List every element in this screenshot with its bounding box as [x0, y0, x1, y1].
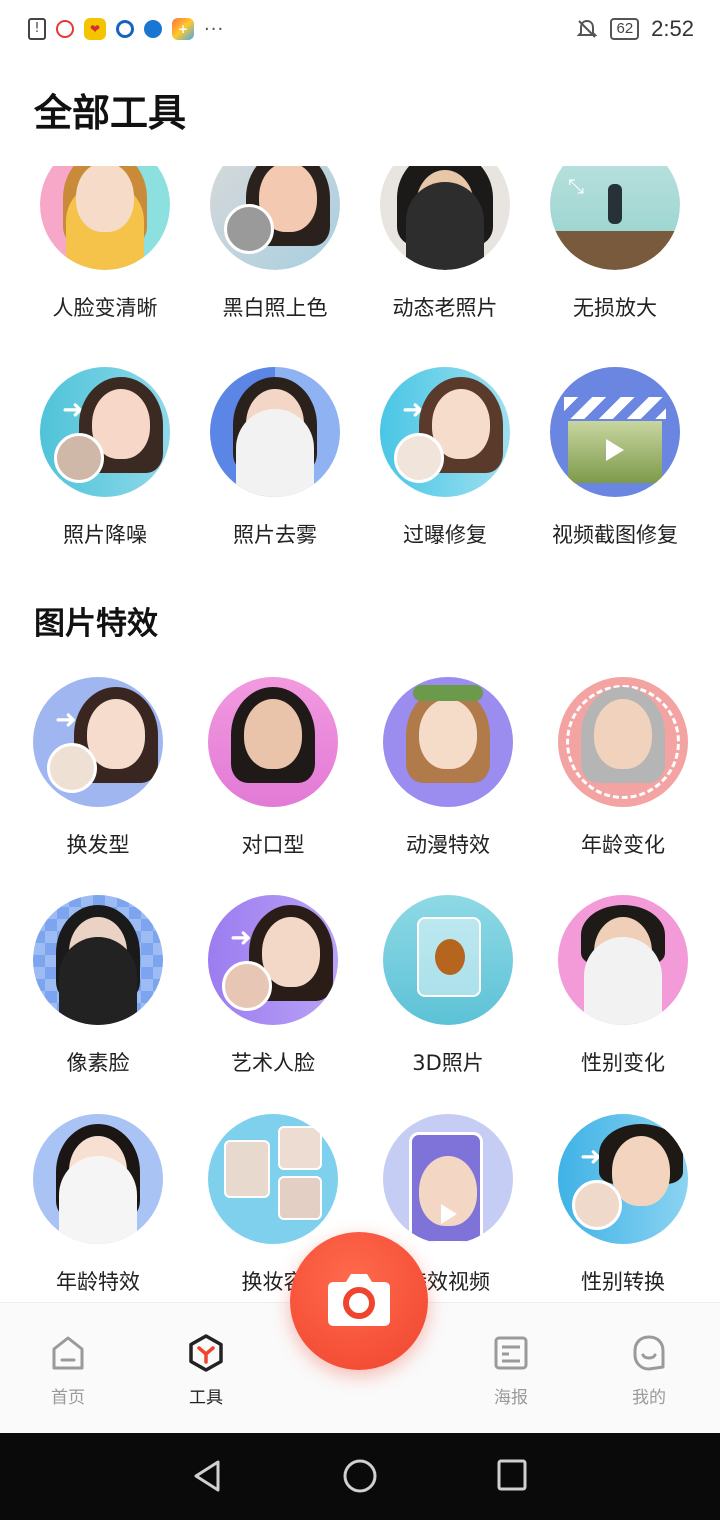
- tool-label: 无损放大: [573, 296, 657, 320]
- effect-label: 对口型: [241, 833, 305, 857]
- tool-colorize[interactable]: 黑白照上色: [185, 140, 365, 322]
- home-circle-icon[interactable]: [342, 1458, 378, 1494]
- nav-poster-label: 海报: [494, 1388, 528, 1408]
- effect-gender-swap[interactable]: ➜ 性别转换: [533, 1114, 713, 1296]
- face-enhance-thumbnail: [40, 166, 170, 270]
- dehaze-thumbnail: [210, 367, 340, 497]
- tool-dehaze[interactable]: 照片去雾: [185, 367, 365, 549]
- effect-pixel-face[interactable]: 像素脸: [8, 895, 188, 1077]
- flower-crown: [413, 685, 483, 701]
- effect-hairstyle[interactable]: ➜ 换发型: [8, 677, 188, 859]
- lip-sync-thumbnail: [208, 677, 338, 807]
- nav-home[interactable]: 首页: [28, 1333, 108, 1408]
- clock: 2:52: [651, 16, 694, 41]
- battery-indicator: 62: [610, 18, 640, 40]
- video-frame-thumbnail: [550, 367, 680, 497]
- more-notifications-icon: ···: [204, 18, 225, 40]
- browser-app-icon: [116, 20, 134, 38]
- effect-art-face[interactable]: ➜ 艺术人脸: [183, 895, 363, 1077]
- tool-label: 照片去雾: [233, 523, 317, 547]
- shop-app-icon: ❤: [84, 18, 106, 40]
- system-nav-bar: [0, 1433, 720, 1520]
- tool-label: 人脸变清晰: [52, 296, 158, 320]
- tool-label: 动态老照片: [392, 296, 498, 320]
- tool-denoise[interactable]: ➜ 照片降噪: [15, 367, 195, 549]
- message-app-icon: [144, 20, 162, 38]
- tool-video-frame-fix[interactable]: 视频截图修复: [525, 367, 705, 549]
- anime-thumbnail: [383, 677, 513, 807]
- notification-icons: ! ❤ + ···: [28, 18, 224, 40]
- effect-anime[interactable]: 动漫特效: [358, 677, 538, 859]
- effect-label: 年龄特效: [56, 1270, 140, 1294]
- art-face-thumbnail: ➜: [208, 895, 338, 1025]
- dog-figure: [435, 939, 465, 975]
- nav-poster[interactable]: 海报: [471, 1333, 551, 1408]
- all-tools-title: 全部工具: [34, 91, 187, 135]
- effect-label: 年龄变化: [581, 833, 665, 857]
- effect-label: 3D照片: [412, 1051, 484, 1075]
- tool-label: 黑白照上色: [222, 296, 328, 320]
- effect-age-change[interactable]: 年龄变化: [533, 677, 713, 859]
- tool-label: 视频截图修复: [552, 523, 678, 547]
- tool-label: 过曝修复: [403, 523, 487, 547]
- effects-title: 图片特效: [34, 606, 158, 642]
- age-effect-thumbnail: [33, 1114, 163, 1244]
- overexposure-thumbnail: ➜: [380, 367, 510, 497]
- play-icon: [441, 1204, 457, 1224]
- effect-gender-change[interactable]: 性别变化: [533, 895, 713, 1077]
- back-icon[interactable]: [190, 1458, 224, 1494]
- 3d-photo-thumbnail: [383, 895, 513, 1025]
- effect-3d-photo[interactable]: 3D照片: [358, 895, 538, 1077]
- tool-overexposure-fix[interactable]: ➜ 过曝修复: [355, 367, 535, 549]
- camera-button[interactable]: [290, 1232, 428, 1370]
- poster-icon: [494, 1336, 528, 1370]
- status-right: 62 2:52: [576, 16, 694, 42]
- home-icon: [52, 1336, 84, 1370]
- gallery-app-icon: +: [172, 18, 194, 40]
- tool-face-enhance[interactable]: 人脸变清晰: [15, 140, 195, 322]
- nav-tools[interactable]: 工具: [166, 1333, 246, 1408]
- effect-label: 性别变化: [581, 1051, 665, 1075]
- alert-icon: !: [28, 18, 46, 40]
- nav-tools-label: 工具: [189, 1388, 223, 1408]
- nav-mine[interactable]: 我的: [609, 1333, 689, 1408]
- expand-icon: ⤡: [568, 174, 584, 198]
- tool-label: 照片降噪: [63, 523, 147, 547]
- hairstyle-thumbnail: ➜: [33, 677, 163, 807]
- effect-label: 艺术人脸: [231, 1051, 315, 1075]
- effect-label: 换发型: [66, 833, 130, 857]
- tool-animate-photo[interactable]: 动态老照片: [355, 140, 535, 322]
- profile-icon: [633, 1335, 665, 1371]
- effect-video-thumbnail: [383, 1114, 513, 1244]
- denoise-thumbnail: ➜: [40, 367, 170, 497]
- mute-bell-icon: [577, 19, 598, 38]
- nav-mine-label: 我的: [632, 1388, 666, 1408]
- effect-label: 像素脸: [66, 1051, 130, 1075]
- recents-icon[interactable]: [496, 1458, 528, 1492]
- colorize-thumbnail: [210, 166, 340, 270]
- pixel-face-thumbnail: [33, 895, 163, 1025]
- tools-icon: [189, 1334, 223, 1372]
- gender-swap-thumbnail: ➜: [558, 1114, 688, 1244]
- upscale-thumbnail: ⤡: [550, 166, 680, 270]
- status-bar: ! ❤ + ··· 62 2:52: [0, 0, 720, 60]
- app-notification-icon: [56, 20, 74, 38]
- gender-change-thumbnail: [558, 895, 688, 1025]
- tool-upscale[interactable]: ⤡ 无损放大: [525, 140, 705, 322]
- animate-photo-thumbnail: [380, 166, 510, 270]
- camera-icon: [328, 1274, 390, 1326]
- effect-label: 性别转换: [581, 1270, 665, 1294]
- play-icon: [606, 439, 624, 461]
- age-change-thumbnail: [558, 677, 688, 807]
- effect-age-effect[interactable]: 年龄特效: [8, 1114, 188, 1296]
- makeup-thumbnail: [208, 1114, 338, 1244]
- effect-lip-sync[interactable]: 对口型: [183, 677, 363, 859]
- nav-home-label: 首页: [51, 1388, 85, 1408]
- effect-label: 动漫特效: [406, 833, 490, 857]
